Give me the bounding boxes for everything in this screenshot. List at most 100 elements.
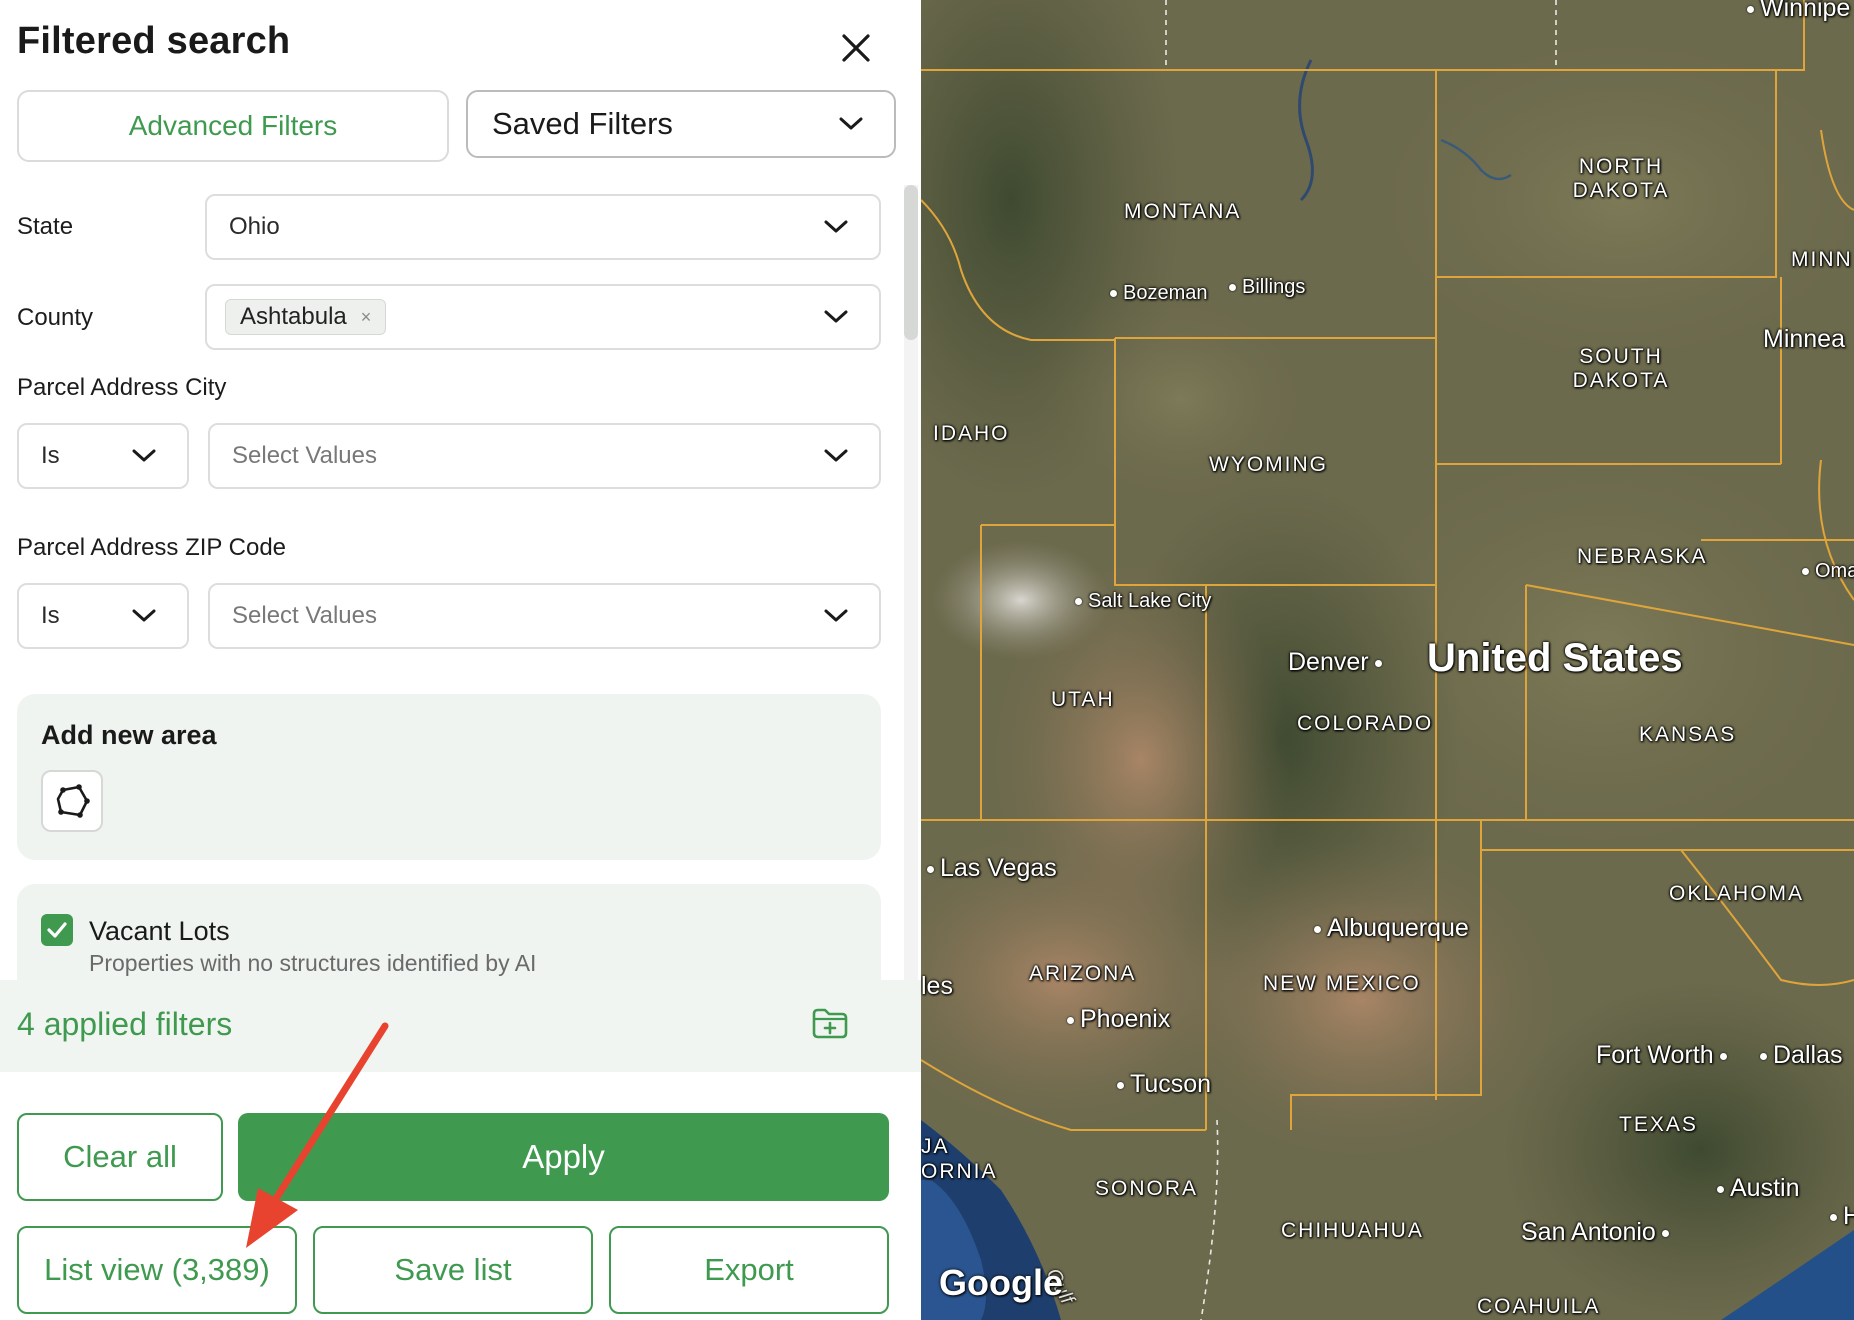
map-city-phoenix: Phoenix [1061, 1005, 1170, 1034]
save-list-button[interactable]: Save list [313, 1226, 593, 1314]
draw-polygon-button[interactable] [41, 770, 103, 832]
zip-label: Parcel Address ZIP Code [17, 534, 287, 561]
polygon-icon [56, 784, 90, 818]
advanced-filters-label: Advanced Filters [128, 110, 338, 141]
map-city-winnipeg-text: Winnipe [1760, 0, 1851, 22]
chevron-down-icon [824, 609, 848, 622]
county-select[interactable]: Ashtabula × [205, 284, 881, 350]
advanced-filters-button[interactable]: Advanced Filters [17, 90, 449, 162]
clear-all-button[interactable]: Clear all [17, 1113, 223, 1201]
folder-add-icon [812, 1008, 848, 1039]
zip-values-select[interactable]: Select Values [208, 583, 881, 649]
map-label-sonora: SONORA [1095, 1177, 1199, 1200]
map-label-arizona: ARIZONA [1029, 962, 1137, 985]
export-label: Export [704, 1252, 794, 1287]
map-city-winnipeg: Winnipe [1741, 0, 1850, 23]
map-label-oklahoma: OKLAHOMA [1669, 882, 1805, 905]
chevron-down-icon [839, 117, 863, 130]
map-label-minn: MINN [1791, 248, 1853, 271]
map-label-idaho: IDAHO [933, 422, 1010, 445]
saved-filters-dropdown[interactable]: Saved Filters [466, 90, 896, 158]
export-button[interactable]: Export [609, 1226, 889, 1314]
apply-label: Apply [522, 1138, 605, 1175]
map-city-austin: Austin [1711, 1174, 1799, 1203]
chevron-down-icon [824, 310, 848, 323]
panel-title: Filtered search [17, 20, 291, 62]
map-label-south-dakota: SOUTH DAKOTA [1561, 345, 1681, 393]
map-label-colorado: COLORADO [1297, 712, 1434, 735]
applied-filters-count: 4 applied filters [17, 1006, 233, 1042]
map-city-salt-lake: Salt Lake City [1069, 590, 1211, 613]
map-label-ja: JA [921, 1135, 950, 1158]
map-city-denver: Denver [1288, 648, 1388, 677]
vacant-lots-title: Vacant Lots [89, 916, 230, 946]
saved-filters-label: Saved Filters [492, 106, 673, 141]
map-label-texas: TEXAS [1619, 1113, 1698, 1136]
map-city-bozeman-text: Bozeman [1123, 282, 1208, 304]
save-list-label: Save list [394, 1252, 512, 1287]
check-icon [47, 922, 67, 938]
city-operator-value: Is [41, 442, 60, 469]
chevron-down-icon [132, 449, 156, 462]
add-area-title: Add new area [41, 720, 217, 750]
map-city-omaha-text: Oma [1815, 560, 1854, 582]
map-view[interactable]: MONTANA NORTH DAKOTA SOUTH DAKOTA MINN I… [921, 0, 1854, 1320]
chevron-down-icon [132, 609, 156, 622]
map-city-tucson-text: Tucson [1130, 1070, 1212, 1098]
map-city-bozeman: Bozeman [1104, 282, 1208, 305]
zip-operator-select[interactable]: Is [17, 583, 189, 649]
map-label-coahuila: COAHUILA [1477, 1295, 1601, 1318]
clear-all-label: Clear all [63, 1139, 177, 1174]
chevron-down-icon [824, 449, 848, 462]
map-city-las-vegas: Las Vegas [921, 854, 1057, 883]
city-operator-select[interactable]: Is [17, 423, 189, 489]
map-city-las-vegas-text: Las Vegas [940, 854, 1057, 882]
map-city-dallas-text: Dallas [1773, 1041, 1843, 1069]
vacant-lots-checkbox[interactable] [41, 914, 73, 946]
filter-panel: Filtered search Advanced Filters Saved F… [0, 0, 921, 1320]
county-chip: Ashtabula × [225, 299, 387, 335]
close-icon [842, 34, 870, 62]
map-city-san-antonio-text: San Antonio [1521, 1218, 1656, 1246]
map-label-montana: MONTANA [1124, 200, 1242, 223]
applied-filters-bar: 4 applied filters [0, 980, 921, 1072]
map-city-albuquerque: Albuquerque [1308, 914, 1469, 943]
map-label-country: United States [1427, 636, 1683, 680]
city-values-placeholder: Select Values [232, 442, 377, 469]
map-label-chihuahua: CHIHUAHUA [1281, 1219, 1424, 1242]
save-filter-button[interactable] [808, 1000, 852, 1044]
chevron-down-icon [824, 220, 848, 233]
map-city-billings: Billings [1223, 276, 1305, 299]
map-label-south-dakota-text: SOUTH DAKOTA [1572, 345, 1670, 392]
add-area-card: Add new area [17, 694, 881, 860]
list-view-button[interactable]: List view (3,389) [17, 1226, 297, 1314]
map-label-north-dakota-text: NORTH DAKOTA [1572, 155, 1670, 202]
map-city-houston: H [1824, 1202, 1854, 1231]
apply-button[interactable]: Apply [238, 1113, 889, 1201]
map-city-billings-text: Billings [1242, 276, 1306, 298]
scrollbar-thumb[interactable] [904, 185, 918, 340]
map-city-denver-text: Denver [1288, 648, 1369, 676]
map-city-tucson: Tucson [1111, 1070, 1211, 1099]
map-label-utah: UTAH [1051, 688, 1115, 711]
state-select[interactable]: Ohio [205, 194, 881, 260]
map-city-austin-text: Austin [1730, 1174, 1800, 1202]
close-button[interactable] [830, 22, 882, 74]
map-label-new-mexico: NEW MEXICO [1263, 972, 1421, 995]
map-city-minneapolis: Minnea [1763, 325, 1845, 353]
city-label: Parcel Address City [17, 374, 227, 401]
city-values-select[interactable]: Select Values [208, 423, 881, 489]
county-chip-label: Ashtabula [240, 303, 347, 330]
map-city-fort-worth: Fort Worth [1596, 1041, 1733, 1070]
zip-operator-value: Is [41, 602, 60, 629]
list-view-label: List view (3,389) [44, 1252, 270, 1287]
map-label-wyoming: WYOMING [1209, 453, 1328, 476]
chip-remove-icon[interactable]: × [361, 307, 372, 328]
google-logo[interactable]: Google [939, 1262, 1063, 1304]
map-city-salt-lake-text: Salt Lake City [1088, 590, 1212, 612]
map-city-los-angeles: les [921, 972, 953, 1000]
map-city-albuquerque-text: Albuquerque [1327, 914, 1469, 942]
map-label-ornia: ORNIA [921, 1160, 998, 1183]
map-city-omaha: Oma [1796, 560, 1854, 583]
vacant-lots-subtitle: Properties with no structures identified… [89, 950, 537, 976]
